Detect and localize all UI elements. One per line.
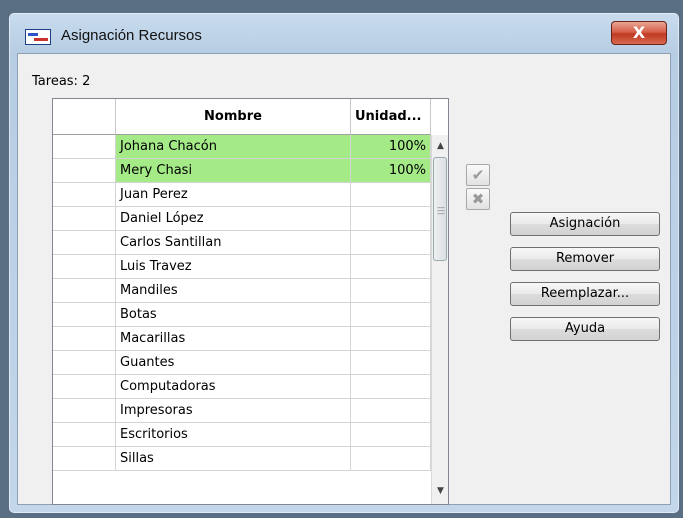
unidad-cell[interactable] [351, 303, 431, 327]
nombre-cell[interactable]: Mery Chasi [116, 159, 351, 183]
row-header-cell[interactable] [53, 351, 116, 375]
x-mark-icon: ✖ [471, 190, 485, 208]
unidad-cell[interactable]: 100% [351, 135, 431, 159]
nombre-cell[interactable]: Escritorios [116, 423, 351, 447]
nombre-cell[interactable]: Mandiles [116, 279, 351, 303]
nombre-cell[interactable]: Sillas [116, 447, 351, 471]
column-header-nombre[interactable]: Nombre [116, 99, 351, 135]
reemplazar-button[interactable]: Reemplazar... [510, 282, 660, 306]
table-row[interactable]: Guantes [53, 351, 431, 375]
unidad-cell[interactable] [351, 423, 431, 447]
row-header-cell[interactable] [53, 399, 116, 423]
tareas-label: Tareas: 2 [32, 74, 91, 89]
unidad-cell[interactable] [351, 375, 431, 399]
close-icon: X [632, 23, 646, 42]
unidad-cell[interactable] [351, 351, 431, 375]
nombre-cell[interactable]: Carlos Santillan [116, 231, 351, 255]
unidad-cell[interactable]: 100% [351, 159, 431, 183]
row-header-cell[interactable] [53, 279, 116, 303]
row-header-cell[interactable] [53, 447, 116, 471]
unidad-cell[interactable] [351, 447, 431, 471]
scroll-thumb[interactable]: — — — [433, 157, 447, 261]
table-row[interactable]: Macarillas [53, 327, 431, 351]
grid-corner-header [53, 99, 116, 135]
nombre-cell[interactable]: Macarillas [116, 327, 351, 351]
nombre-cell[interactable]: Daniel López [116, 207, 351, 231]
row-header-cell[interactable] [53, 135, 116, 159]
table-row[interactable]: Daniel López [53, 207, 431, 231]
window-title: Asignación Recursos [61, 27, 202, 44]
unidad-cell[interactable] [351, 231, 431, 255]
unidad-cell[interactable] [351, 399, 431, 423]
scroll-up-arrow-icon[interactable]: ▲ [432, 138, 448, 155]
title-bar[interactable]: Asignación Recursos X [9, 13, 679, 53]
row-header-cell[interactable] [53, 327, 116, 351]
grip-icon: — — — [437, 203, 445, 218]
unidad-cell[interactable] [351, 279, 431, 303]
row-header-cell[interactable] [53, 159, 116, 183]
scroll-down-arrow-icon[interactable]: ▼ [432, 483, 448, 500]
ayuda-button[interactable]: Ayuda [510, 317, 660, 341]
resource-grid[interactable]: Nombre Unidad... Johana Chacón 100% Mery C… [52, 98, 449, 505]
row-header-cell[interactable] [53, 423, 116, 447]
vertical-scrollbar[interactable]: ▲ — — — ▼ [431, 135, 448, 504]
table-row[interactable]: Juan Perez [53, 183, 431, 207]
dialog-window: Asignación Recursos X Tareas: 2 Nombre U… [8, 12, 680, 514]
nombre-cell[interactable]: Impresoras [116, 399, 351, 423]
dialog-body: Tareas: 2 Nombre Unidad... Johana Chacón… [17, 53, 671, 505]
table-row[interactable]: Computadoras [53, 375, 431, 399]
unidad-cell[interactable] [351, 207, 431, 231]
check-icon: ✔ [471, 166, 485, 184]
table-row[interactable]: Escritorios [53, 423, 431, 447]
nombre-cell[interactable]: Guantes [116, 351, 351, 375]
row-header-cell[interactable] [53, 375, 116, 399]
asignacion-button[interactable]: Asignación [510, 212, 660, 236]
unidad-cell[interactable] [351, 327, 431, 351]
cancel-x-button[interactable]: ✖ [466, 188, 490, 210]
row-header-cell[interactable] [53, 303, 116, 327]
accept-check-button[interactable]: ✔ [466, 164, 490, 186]
nombre-cell[interactable]: Johana Chacón [116, 135, 351, 159]
table-row[interactable]: Botas [53, 303, 431, 327]
remover-button[interactable]: Remover [510, 247, 660, 271]
table-row[interactable]: Luis Travez [53, 255, 431, 279]
row-header-cell[interactable] [53, 231, 116, 255]
nombre-cell[interactable]: Juan Perez [116, 183, 351, 207]
unidad-cell[interactable] [351, 255, 431, 279]
nombre-cell[interactable]: Computadoras [116, 375, 351, 399]
unidad-cell[interactable] [351, 183, 431, 207]
app-icon [25, 29, 51, 45]
table-row[interactable]: Mery Chasi 100% [53, 159, 431, 183]
table-row[interactable]: Mandiles [53, 279, 431, 303]
row-header-cell[interactable] [53, 183, 116, 207]
nombre-cell[interactable]: Luis Travez [116, 255, 351, 279]
table-row[interactable]: Impresoras [53, 399, 431, 423]
table-row[interactable]: Sillas [53, 447, 431, 471]
table-row[interactable]: Johana Chacón 100% [53, 135, 431, 159]
row-header-cell[interactable] [53, 207, 116, 231]
row-header-cell[interactable] [53, 255, 116, 279]
close-button[interactable]: X [611, 21, 667, 45]
column-header-unidad[interactable]: Unidad... [351, 99, 431, 135]
nombre-cell[interactable]: Botas [116, 303, 351, 327]
table-row[interactable]: Carlos Santillan [53, 231, 431, 255]
